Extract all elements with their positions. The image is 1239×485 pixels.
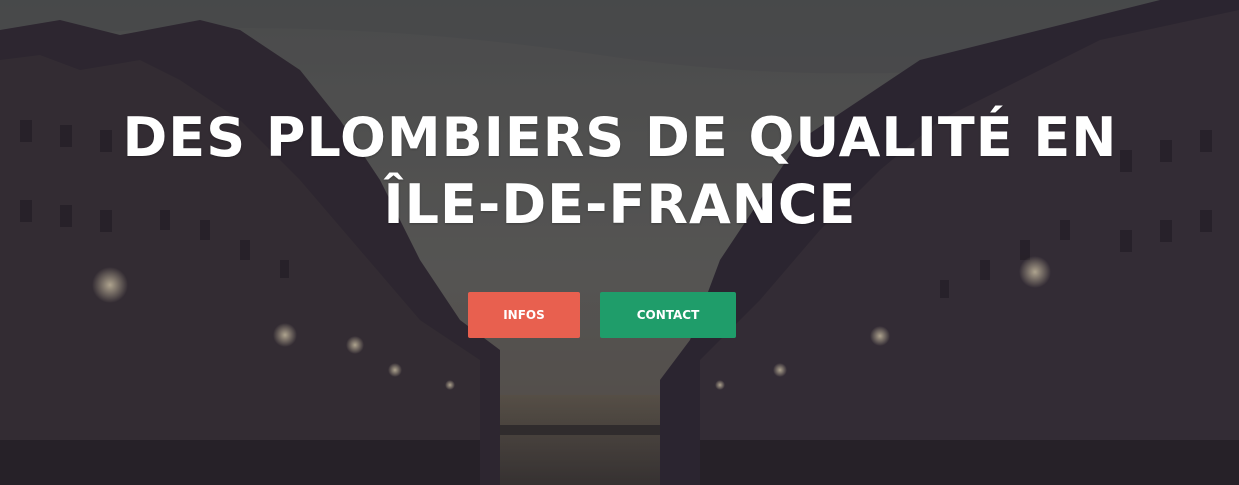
hero-title: DES PLOMBIERS DE QUALITÉ EN ÎLE-DE-FRANC…: [122, 106, 1118, 236]
infos-button[interactable]: INFOS: [468, 292, 580, 338]
hero-content: DES PLOMBIERS DE QUALITÉ EN ÎLE-DE-FRANC…: [0, 0, 1239, 485]
hero-section: DES PLOMBIERS DE QUALITÉ EN ÎLE-DE-FRANC…: [0, 0, 1239, 485]
contact-button[interactable]: CONTACT: [600, 292, 736, 338]
